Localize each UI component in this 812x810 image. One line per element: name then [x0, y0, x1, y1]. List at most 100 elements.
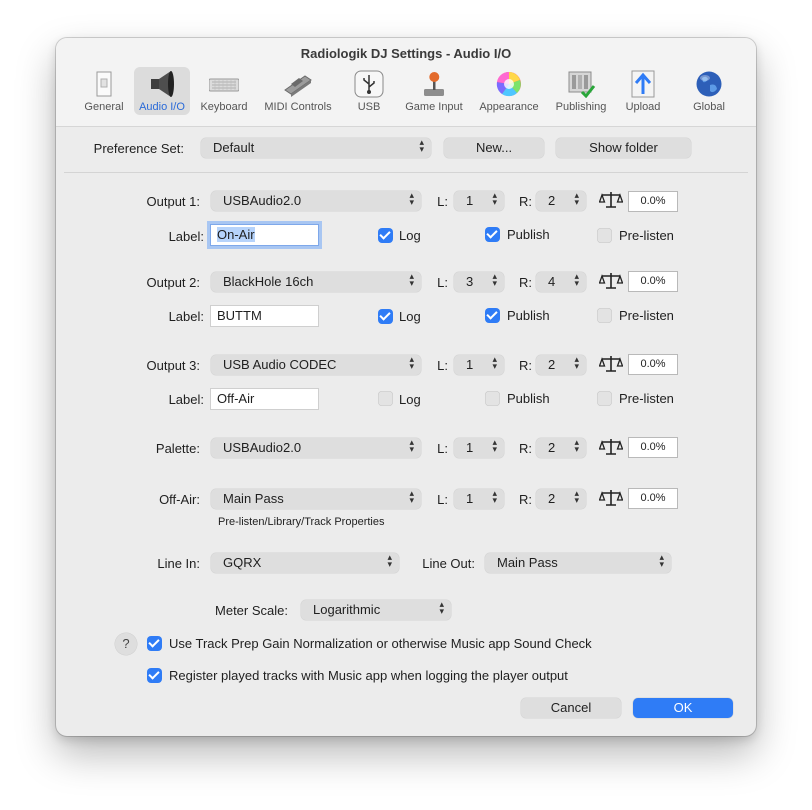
output-3-device-select[interactable]: USB Audio CODEC ▴ ▾: [211, 355, 421, 375]
output-2-publish-checkbox[interactable]: [485, 308, 500, 323]
preference-set-value: Default: [213, 140, 255, 155]
gain-balance-icon[interactable]: [599, 354, 623, 374]
output-3-label: Output 3:: [146, 358, 200, 373]
output-1-right-channel-select[interactable]: 2 ▴ ▾: [536, 191, 586, 211]
show-folder-button[interactable]: Show folder: [556, 138, 691, 158]
output-2-prelisten-checkbox[interactable]: [597, 308, 612, 323]
off-air-right-channel-value: 2: [548, 491, 556, 506]
publish-label: Publish: [507, 227, 550, 242]
left-channel-label: L:: [437, 492, 448, 507]
tab-audio-io[interactable]: Audio I/O: [134, 67, 190, 115]
tab-upload[interactable]: Upload: [618, 67, 668, 115]
output-2-log-checkbox[interactable]: [378, 309, 393, 324]
output-1-gain-field[interactable]: 0.0%: [628, 191, 678, 212]
line-in-select[interactable]: GQRX ▴ ▾: [211, 553, 399, 573]
gain-balance-icon[interactable]: [599, 488, 623, 508]
output-2-left-channel-select[interactable]: 3 ▴ ▾: [454, 272, 504, 292]
chevron-updown-icon: ▴ ▾: [492, 437, 497, 454]
off-air-right-channel-select[interactable]: 2 ▴ ▾: [536, 489, 586, 509]
new-preference-set-button[interactable]: New...: [444, 138, 544, 158]
tab-keyboard[interactable]: Keyboard: [198, 67, 250, 115]
output-2-left-channel-value: 3: [466, 274, 474, 289]
right-channel-label: R:: [519, 358, 532, 373]
chevron-updown-icon: ▴ ▾: [387, 552, 392, 569]
chevron-updown-icon: ▴ ▾: [574, 488, 579, 505]
prelisten-label: Pre-listen: [619, 391, 674, 406]
output-3-gain-field[interactable]: 0.0%: [628, 354, 678, 375]
off-air-gain-field[interactable]: 0.0%: [628, 488, 678, 509]
palette-device-select[interactable]: USBAudio2.0 ▴ ▾: [211, 438, 421, 458]
output-2-device-select[interactable]: BlackHole 16ch ▴ ▾: [211, 272, 421, 292]
chevron-updown-icon: ▴ ▾: [419, 137, 424, 154]
output-1-prelisten-checkbox[interactable]: [597, 228, 612, 243]
chevron-updown-icon: ▴ ▾: [574, 354, 579, 371]
palette-gain-field[interactable]: 0.0%: [628, 437, 678, 458]
output-3-prelisten-checkbox[interactable]: [597, 391, 612, 406]
register-played-tracks-checkbox[interactable]: [147, 668, 162, 683]
line-out-select[interactable]: Main Pass ▴ ▾: [485, 553, 671, 573]
output-1-label-field[interactable]: On-Air: [210, 224, 319, 246]
palette-device-value: USBAudio2.0: [223, 440, 302, 455]
ok-button[interactable]: OK: [633, 698, 733, 718]
left-channel-label: L:: [437, 194, 448, 209]
gain-balance-icon[interactable]: [599, 190, 623, 210]
output-2-gain-field[interactable]: 0.0%: [628, 271, 678, 292]
tab-publishing[interactable]: Publishing: [548, 67, 614, 115]
output-3-left-channel-select[interactable]: 1 ▴ ▾: [454, 355, 504, 375]
right-channel-label: R:: [519, 441, 532, 456]
off-air-left-channel-select[interactable]: 1 ▴ ▾: [454, 489, 504, 509]
palette-right-channel-select[interactable]: 2 ▴ ▾: [536, 438, 586, 458]
preference-set-select[interactable]: Default ▴ ▾: [201, 138, 431, 158]
left-channel-label: L:: [437, 441, 448, 456]
output-3-log-checkbox[interactable]: [378, 391, 393, 406]
off-air-note: Pre-listen/Library/Track Properties: [218, 516, 385, 528]
cancel-button[interactable]: Cancel: [521, 698, 621, 718]
output-1-left-channel-select[interactable]: 1 ▴ ▾: [454, 191, 504, 211]
tab-label: Appearance: [479, 101, 539, 113]
gain-balance-icon[interactable]: [599, 437, 623, 457]
chevron-updown-icon: ▴ ▾: [492, 271, 497, 288]
tab-appearance[interactable]: Appearance: [474, 67, 544, 115]
output-1-label-value: On-Air: [217, 227, 255, 242]
left-channel-label: L:: [437, 358, 448, 373]
help-button[interactable]: ?: [115, 633, 137, 655]
output-3-label-field[interactable]: Off-Air: [210, 388, 319, 410]
gain-normalization-checkbox[interactable]: [147, 636, 162, 651]
output-2-label: Output 2:: [146, 275, 200, 290]
log-label: Log: [399, 228, 421, 243]
meter-scale-label: Meter Scale:: [215, 603, 288, 618]
chevron-updown-icon: ▴ ▾: [409, 437, 414, 454]
off-air-device-select[interactable]: Main Pass ▴ ▾: [211, 489, 421, 509]
meter-scale-select[interactable]: Logarithmic ▴ ▾: [301, 600, 451, 620]
chevron-updown-icon: ▴ ▾: [409, 190, 414, 207]
left-channel-label: L:: [437, 275, 448, 290]
output-2-right-channel-select[interactable]: 4 ▴ ▾: [536, 272, 586, 292]
usb-icon: [354, 70, 384, 98]
tab-usb[interactable]: USB: [350, 67, 388, 115]
preference-set-label: Preference Set:: [93, 141, 184, 156]
chevron-updown-icon: ▴ ▾: [492, 354, 497, 371]
output-3-right-channel-select[interactable]: 2 ▴ ▾: [536, 355, 586, 375]
tab-global[interactable]: Global: [684, 67, 734, 115]
separator: [64, 172, 748, 173]
chevron-updown-icon: ▴ ▾: [409, 354, 414, 371]
output-3-publish-checkbox[interactable]: [485, 391, 500, 406]
tab-midi-controls[interactable]: MIDI Controls: [259, 67, 337, 115]
output-1-left-channel-value: 1: [466, 193, 474, 208]
tab-game-input[interactable]: Game Input: [400, 67, 468, 115]
output-1-device-value: USBAudio2.0: [223, 193, 302, 208]
tab-label: USB: [357, 101, 381, 113]
tab-label: Global: [693, 101, 725, 113]
gain-balance-icon[interactable]: [599, 271, 623, 291]
output-2-label-field[interactable]: BUTTM: [210, 305, 319, 327]
output-1-device-select[interactable]: USBAudio2.0 ▴ ▾: [211, 191, 421, 211]
off-air-left-channel-value: 1: [466, 491, 474, 506]
palette-left-channel-select[interactable]: 1 ▴ ▾: [454, 438, 504, 458]
tab-label: Keyboard: [200, 101, 248, 113]
output-1-publish-checkbox[interactable]: [485, 227, 500, 242]
tab-general[interactable]: General: [82, 67, 126, 115]
output-1-log-checkbox[interactable]: [378, 228, 393, 243]
gain-normalization-label: Use Track Prep Gain Normalization or oth…: [169, 636, 592, 651]
chevron-updown-icon: ▴ ▾: [574, 190, 579, 207]
palette-label: Palette:: [155, 441, 200, 456]
